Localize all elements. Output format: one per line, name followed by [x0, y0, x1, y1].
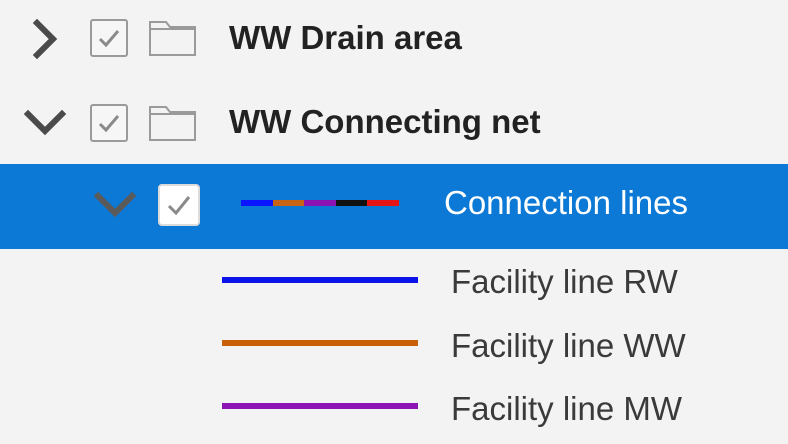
tree-row-drain-area[interactable]: WW Drain area [0, 0, 788, 80]
chevron-down-icon[interactable] [92, 182, 138, 228]
connection-lines-symbol [241, 200, 399, 206]
legend-line-swatch [222, 277, 418, 283]
connection-lines-checkbox[interactable] [158, 184, 200, 226]
symbol-segment [304, 200, 336, 206]
connection-lines-label: Connection lines [444, 184, 688, 221]
legend-label: Facility line WW [451, 327, 686, 364]
tree-row-connection-lines[interactable]: Connection lines [0, 164, 788, 249]
connecting-net-checkbox[interactable] [90, 104, 128, 142]
symbol-segment [367, 200, 399, 206]
symbol-segment [272, 200, 305, 206]
legend-label: Facility line MW [451, 390, 683, 427]
folder-icon [148, 18, 198, 58]
connecting-net-label: WW Connecting net [229, 103, 541, 140]
symbol-segment [335, 200, 368, 206]
legend-item-ww: Facility line WW [0, 316, 788, 380]
legend-label: Facility line RW [451, 263, 678, 300]
legend-line-swatch [222, 340, 418, 346]
chevron-right-icon[interactable] [22, 16, 68, 62]
legend-line-swatch [222, 403, 418, 409]
drain-area-label: WW Drain area [229, 19, 462, 56]
legend-item-mw: Facility line MW [0, 380, 788, 444]
symbol-segment [241, 200, 273, 206]
chevron-down-icon[interactable] [22, 100, 68, 146]
tree-row-connecting-net[interactable]: WW Connecting net [0, 82, 788, 164]
drain-area-checkbox[interactable] [90, 19, 128, 57]
folder-icon [148, 103, 198, 143]
legend-item-rw: Facility line RW [0, 252, 788, 316]
